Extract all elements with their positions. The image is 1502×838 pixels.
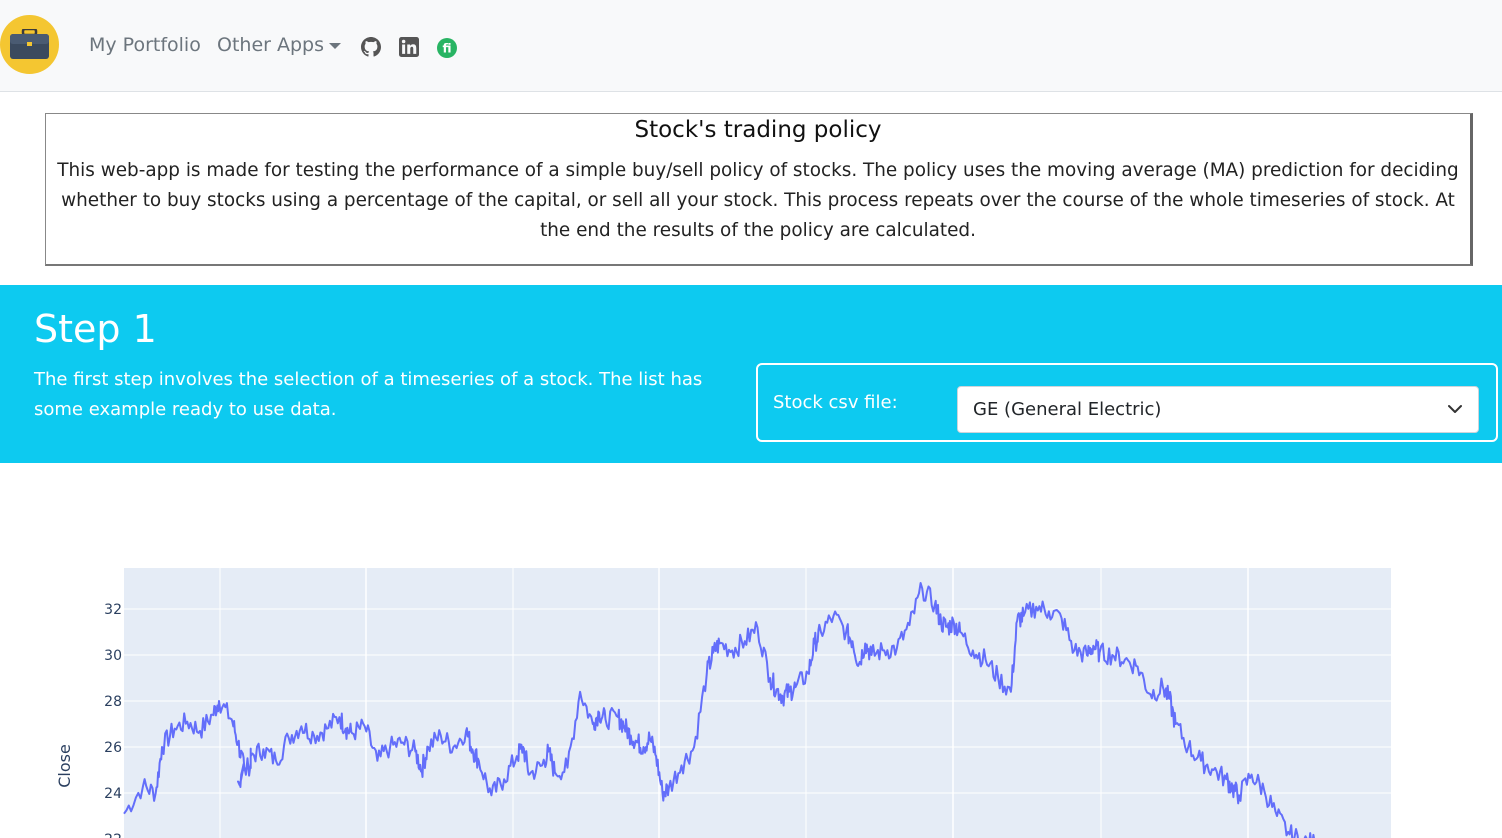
y-tick-label: 26 [104, 740, 122, 756]
intro-box: Stock's trading policy This web-app is m… [45, 113, 1473, 266]
nav-my-portfolio[interactable]: My Portfolio [89, 34, 201, 56]
chevron-down-icon [1448, 405, 1462, 413]
nav-other-apps[interactable]: Other Apps [217, 34, 324, 56]
y-tick-label: 22 [104, 832, 122, 838]
chart-svg: 22 24 26 28 30 32 Close [55, 568, 1391, 838]
navbar: My Portfolio Other Apps fi [0, 0, 1502, 92]
github-icon[interactable] [361, 37, 381, 57]
logo[interactable] [0, 15, 59, 74]
stock-select-panel: Stock csv file: GE (General Electric) [756, 363, 1498, 442]
y-tick-labels: 22 24 26 28 30 32 [104, 602, 122, 838]
y-axis-title: Close [55, 744, 74, 788]
y-tick-label: 32 [104, 602, 122, 618]
close-price-chart: 22 24 26 28 30 32 Close [0, 463, 1502, 838]
fi-icon-label: fi [442, 41, 451, 55]
y-tick-label: 30 [104, 648, 122, 664]
stock-select-label: Stock csv file: [773, 392, 898, 413]
stock-csv-select-value: GE (General Electric) [973, 399, 1162, 420]
y-tick-label: 28 [104, 694, 122, 710]
step1-section: Step 1 The first step involves the selec… [0, 285, 1502, 463]
step1-description: The first step involves the selection of… [34, 369, 703, 420]
fi-icon[interactable]: fi [437, 38, 457, 58]
linkedin-icon[interactable] [399, 37, 419, 57]
step1-title: Step 1 [34, 307, 157, 351]
chevron-down-icon[interactable] [329, 43, 341, 49]
page-title: Stock's trading policy [634, 117, 882, 143]
stock-csv-select[interactable]: GE (General Electric) [957, 386, 1479, 433]
y-tick-label: 24 [104, 786, 122, 802]
intro-description: This web-app is made for testing the per… [57, 160, 1459, 241]
briefcase-icon [10, 29, 49, 59]
